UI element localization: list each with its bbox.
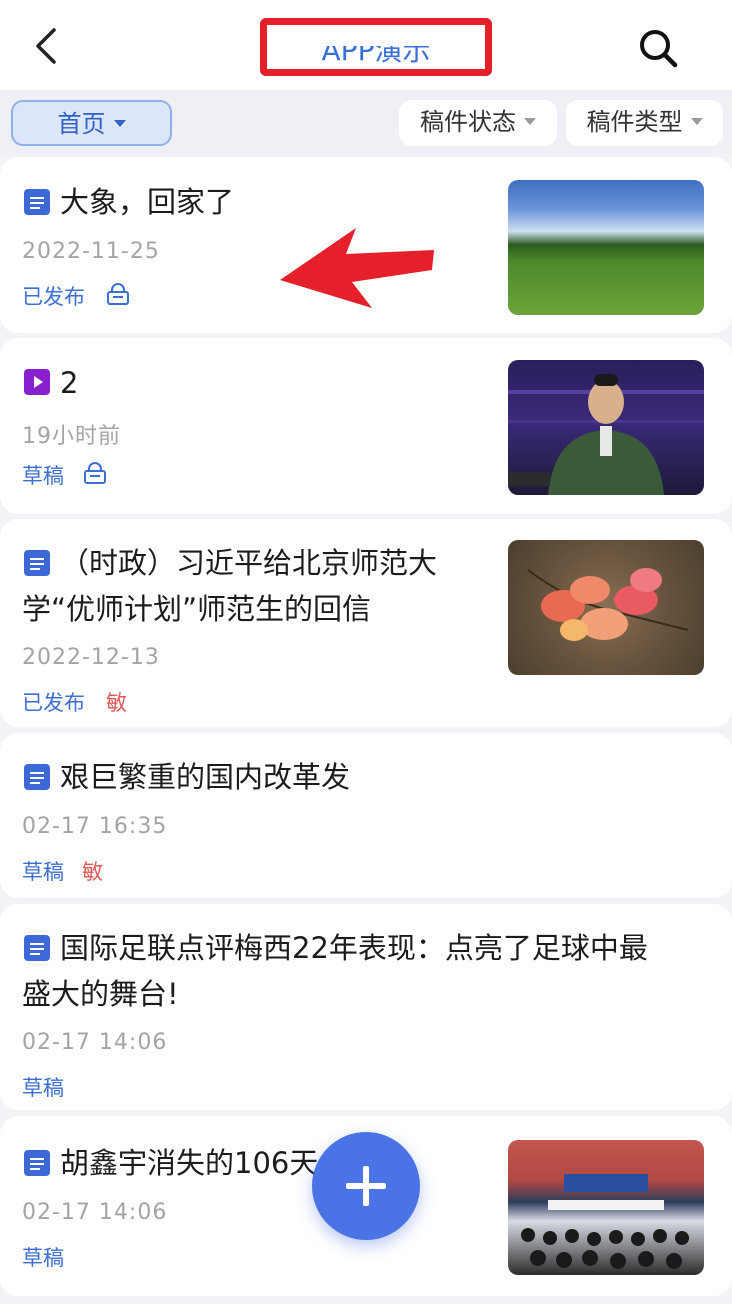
article-title: 胡鑫宇消失的106天 — [60, 1146, 319, 1180]
news-anchor-image — [508, 360, 704, 495]
article-status: 已发布 — [22, 285, 85, 309]
article-status: 草稿 — [22, 1076, 64, 1100]
sensitive-badge: 敏 — [82, 860, 103, 884]
article-title: 艰巨繁重的国内改革发 — [60, 760, 351, 794]
type-filter-label: 稿件类型 — [586, 108, 683, 136]
anchor-figure — [508, 374, 704, 495]
article-card[interactable]: 艰巨繁重的国内改革发 02-17 16:35 草稿 敏 — [0, 733, 732, 898]
article-title-line-1: 国际足联点评梅西22年表现：点亮了足球中最 — [60, 931, 648, 965]
lock-icon — [107, 283, 129, 305]
document-icon — [24, 189, 50, 215]
article-status: 草稿 — [22, 860, 64, 884]
document-icon — [24, 1150, 50, 1176]
search-icon[interactable] — [634, 24, 682, 72]
article-card[interactable]: （时政）习近平给北京师范大 学“优师计划”师范生的回信 2022-12-13 已… — [0, 519, 732, 727]
lock-icon — [84, 462, 106, 484]
sensitive-badge: 敏 — [106, 691, 127, 715]
add-plus-button[interactable] — [312, 1132, 420, 1240]
article-date: 02-17 16:35 — [22, 814, 168, 839]
title-redaction-bar — [281, 34, 477, 46]
meeting-figure — [521, 1174, 689, 1269]
article-title: 大象，回家了 — [60, 185, 235, 219]
article-status: 草稿 — [22, 464, 64, 488]
article-title: 2 — [60, 366, 79, 400]
article-title-line-1: （时政）习近平给北京师范大 — [60, 546, 438, 580]
document-icon — [24, 550, 50, 576]
type-filter-dropdown[interactable]: 稿件类型 — [566, 100, 723, 146]
red-arrow-annotation — [280, 228, 434, 308]
grassland-field-image — [508, 180, 704, 315]
status-filter-dropdown[interactable]: 稿件状态 — [399, 100, 557, 146]
article-date: 19小时前 — [22, 424, 121, 449]
caret-down-icon — [690, 117, 703, 125]
video-icon — [24, 369, 50, 395]
autumn-leaves-image — [508, 540, 704, 675]
page-title-highlight: APP演示 — [260, 18, 492, 76]
document-icon — [24, 935, 50, 961]
article-date: 2022-11-25 — [22, 239, 160, 264]
home-filter-label: 首页 — [57, 110, 106, 138]
leaves-figure — [527, 568, 689, 641]
article-title-line-2: 学“优师计划”师范生的回信 — [22, 592, 372, 626]
article-status: 草稿 — [22, 1246, 64, 1270]
caret-down-icon — [113, 119, 126, 127]
chevron-left-icon[interactable] — [26, 24, 70, 68]
article-card[interactable]: 2 19小时前 草稿 — [0, 338, 732, 514]
press-conference-image — [508, 1140, 704, 1275]
article-card[interactable]: 国际足联点评梅西22年表现：点亮了足球中最 盛大的舞台! 02-17 14:06… — [0, 904, 732, 1110]
article-status: 已发布 — [22, 691, 85, 715]
document-icon — [24, 764, 50, 790]
top-bar: APP演示 — [0, 0, 732, 90]
filter-bar: 首页 稿件状态 稿件类型 — [0, 90, 732, 154]
article-date: 02-17 14:06 — [22, 1030, 168, 1055]
status-filter-label: 稿件状态 — [420, 108, 516, 136]
caret-down-icon — [524, 117, 536, 125]
article-date: 2022-12-13 — [22, 645, 160, 670]
home-filter-dropdown[interactable]: 首页 — [11, 100, 172, 146]
article-date: 02-17 14:06 — [22, 1200, 168, 1225]
article-title-line-2: 盛大的舞台! — [22, 977, 179, 1011]
